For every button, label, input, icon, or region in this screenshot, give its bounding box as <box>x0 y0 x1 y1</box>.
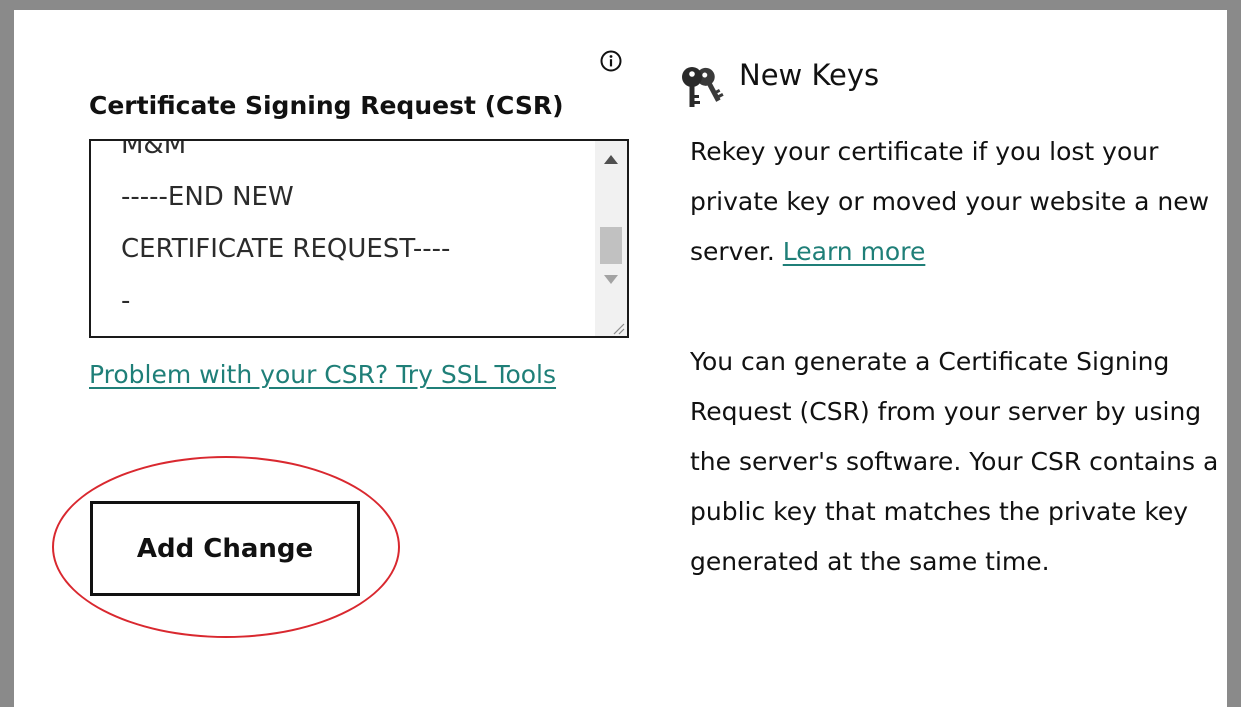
resize-grip-icon[interactable] <box>611 320 625 335</box>
scrollbar-thumb[interactable] <box>600 227 622 264</box>
rekey-panel: Certificate Signing Request (CSR) M&M --… <box>14 10 1227 707</box>
csr-textarea[interactable]: M&M -----END NEW CERTIFICATE REQUEST----… <box>89 139 629 338</box>
rekey-description: Rekey your certificate if you lost your … <box>690 127 1230 277</box>
rekey-description-text: Rekey your certificate if you lost your … <box>690 137 1210 266</box>
info-icon[interactable] <box>600 50 622 72</box>
new-keys-title: New Keys <box>739 58 880 92</box>
scroll-down-arrow-icon[interactable] <box>604 275 618 284</box>
csr-label: Certificate Signing Request (CSR) <box>89 91 564 120</box>
csr-textarea-text: M&M -----END NEW CERTIFICATE REQUEST----… <box>121 139 451 316</box>
learn-more-link[interactable]: Learn more <box>783 237 926 266</box>
add-change-button[interactable]: Add Change <box>90 501 360 596</box>
csr-description: You can generate a Certificate Signing R… <box>690 347 1219 576</box>
csr-scrollbar[interactable] <box>595 141 627 336</box>
keys-icon <box>679 65 729 109</box>
ssl-tools-link[interactable]: Problem with your CSR? Try SSL Tools <box>89 350 609 400</box>
scroll-up-arrow-icon[interactable] <box>604 155 618 164</box>
